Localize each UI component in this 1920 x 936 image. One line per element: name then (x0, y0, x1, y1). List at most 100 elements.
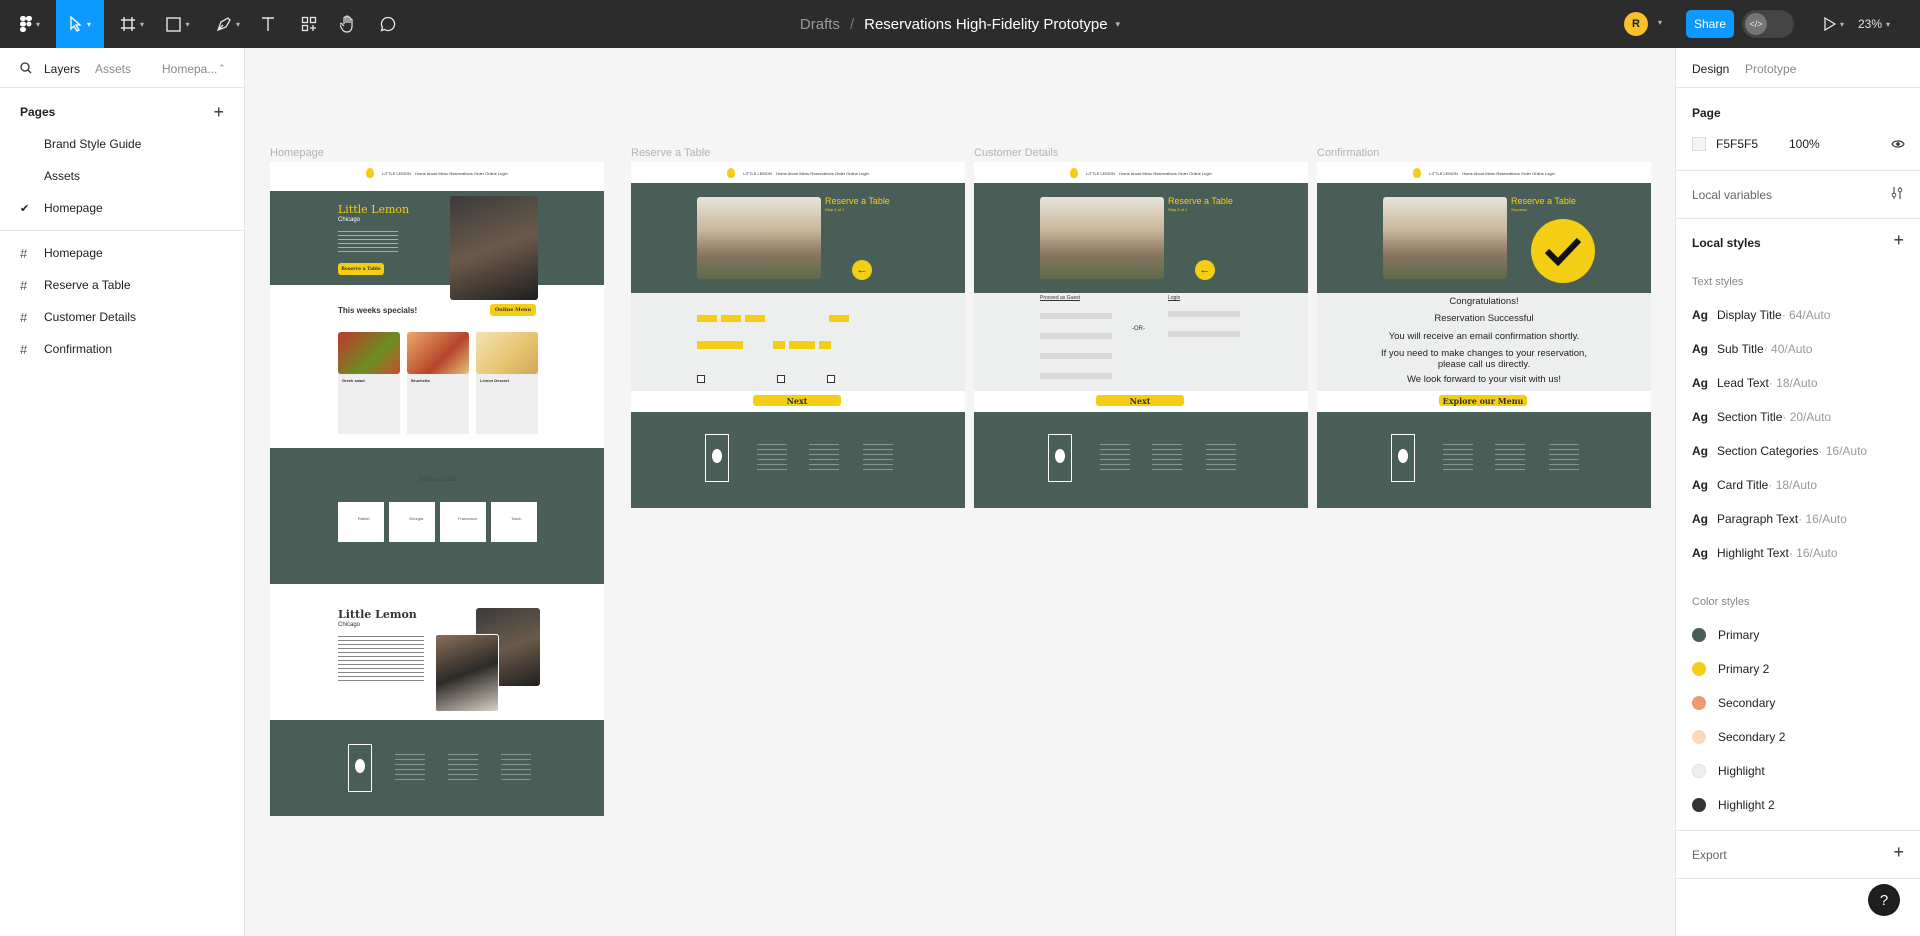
frame-tool-button[interactable]: ▾ (114, 0, 150, 48)
move-tool-button[interactable]: ▾ (56, 0, 104, 48)
eye-icon[interactable] (1891, 139, 1905, 149)
tab-prototype[interactable]: Prototype (1745, 62, 1796, 76)
frame-label-customer-details[interactable]: Customer Details (974, 147, 1058, 159)
color-style-item[interactable]: Secondary (1692, 691, 1905, 715)
text-style-meta: · 16/Auto (1818, 444, 1868, 458)
chevron-down-icon: ▾ (139, 19, 144, 29)
color-style-item[interactable]: Highlight 2 (1692, 793, 1905, 817)
layer-item-homepage[interactable]: # Homepage (0, 237, 244, 269)
avatar[interactable]: R (1624, 12, 1648, 36)
export-label[interactable]: Export (1692, 848, 1727, 862)
special-card: Bruchetta (407, 332, 469, 434)
variables-adjust-icon[interactable] (1890, 186, 1904, 200)
local-variables-label[interactable]: Local variables (1692, 188, 1772, 202)
color-style-item[interactable]: Primary 2 (1692, 657, 1905, 681)
text-style-name: Paragraph Text (1717, 512, 1799, 526)
pages-title[interactable]: Pages (20, 105, 55, 119)
testimonials-section: Testimonials Rafael Georgia Francesca To… (270, 448, 604, 584)
restaurant-image (1383, 197, 1507, 279)
canvas[interactable]: Homepage Reserve a Table Customer Detail… (245, 48, 1675, 936)
page-opacity-value[interactable]: 100% (1789, 137, 1820, 151)
search-icon[interactable] (20, 62, 32, 74)
text-style-item[interactable]: Ag Sub Title · 40/Auto (1692, 337, 1905, 361)
main-menu-button[interactable]: ▾ (14, 0, 46, 48)
text-style-name: Display Title (1717, 308, 1782, 322)
date-select (745, 315, 765, 322)
hero-food-image (450, 196, 538, 300)
chevron-down-icon: ▾ (1886, 19, 1891, 29)
text-style-meta: · 18/Auto (1768, 376, 1818, 390)
file-name[interactable]: Reservations High-Fidelity Prototype (864, 16, 1107, 33)
last-name-field (1040, 333, 1112, 339)
text-style-item[interactable]: Ag Card Title · 18/Auto (1692, 473, 1905, 497)
frame-label-homepage[interactable]: Homepage (270, 147, 324, 159)
zoom-control[interactable]: 23% ▾ (1858, 0, 1890, 48)
chevron-down-icon[interactable]: ▾ (1116, 19, 1121, 30)
tab-design[interactable]: Design (1692, 62, 1729, 76)
page-item-assets[interactable]: Assets (0, 160, 244, 192)
text-style-item[interactable]: Ag Paragraph Text · 16/Auto (1692, 507, 1905, 531)
tab-assets[interactable]: Assets (95, 62, 131, 76)
text-tool-button[interactable] (256, 0, 280, 48)
about-title: Little Lemon (338, 608, 417, 621)
color-style-item[interactable]: Highlight (1692, 759, 1905, 783)
color-style-item[interactable]: Primary (1692, 623, 1905, 647)
frame-label-confirmation[interactable]: Confirmation (1317, 147, 1379, 159)
testimonial-card: Rafael (338, 502, 384, 542)
text-style-item[interactable]: Ag Section Title · 20/Auto (1692, 405, 1905, 429)
layer-item-customer-details[interactable]: # Customer Details (0, 301, 244, 333)
footer-links (863, 444, 893, 470)
guest-heading: Proceed as Guest (1040, 295, 1081, 301)
frame-reserve-a-table[interactable]: LITTLE LEMON Home About Menu Reservation… (631, 162, 965, 508)
divider (1676, 830, 1920, 831)
chevron-down-icon: ▾ (235, 19, 240, 29)
add-export-icon[interactable]: + (1893, 842, 1904, 863)
add-page-icon[interactable]: + (213, 102, 224, 123)
testimonial-name: Georgia (409, 516, 424, 521)
pen-tool-button[interactable]: ▾ (210, 0, 246, 48)
footer-links (1100, 444, 1130, 470)
resources-button[interactable] (297, 0, 321, 48)
hand-tool-button[interactable] (336, 0, 360, 48)
back-arrow-icon: ← (852, 260, 872, 280)
tab-page-selector[interactable]: Homepa... (162, 62, 217, 76)
layer-item-reserve-a-table[interactable]: # Reserve a Table (0, 269, 244, 301)
frame-customer-details[interactable]: LITTLE LEMON Home About Menu Reservation… (974, 162, 1308, 508)
text-style-item[interactable]: Ag Section Categories · 16/Auto (1692, 439, 1905, 463)
frame-label-reserve-a-table[interactable]: Reserve a Table (631, 147, 710, 159)
text-style-item[interactable]: Ag Lead Text · 18/Auto (1692, 371, 1905, 395)
comment-bubble-icon (380, 16, 396, 32)
page-color-swatch[interactable] (1692, 137, 1706, 151)
code-icon: </> (1745, 13, 1767, 35)
share-button[interactable]: Share (1686, 10, 1734, 38)
present-button[interactable]: ▾ (1818, 0, 1850, 48)
next-button: Next (753, 395, 841, 406)
help-button[interactable]: ? (1868, 884, 1900, 916)
text-style-item[interactable]: Ag Display Title · 64/Auto (1692, 303, 1905, 327)
page-item-homepage[interactable]: ✔ Homepage (0, 192, 244, 224)
text-style-meta: · 40/Auto (1763, 342, 1813, 356)
date-select (721, 315, 741, 322)
page-item-brand-style-guide[interactable]: Brand Style Guide (0, 128, 244, 160)
breadcrumb-drafts[interactable]: Drafts (800, 16, 840, 33)
footer-links (395, 754, 425, 780)
local-styles-title: Local styles (1692, 236, 1761, 250)
add-style-icon[interactable]: + (1893, 230, 1904, 251)
layer-item-confirmation[interactable]: # Confirmation (0, 333, 244, 365)
frame-confirmation[interactable]: LITTLE LEMON Home About Menu Reservation… (1317, 162, 1651, 508)
tab-layers[interactable]: Layers (44, 62, 80, 76)
color-style-item[interactable]: Secondary 2 (1692, 725, 1905, 749)
dev-mode-toggle[interactable]: </> (1742, 10, 1794, 38)
chevron-down-icon[interactable]: ▾ (1658, 18, 1662, 27)
page-color-row[interactable]: F5F5F5 100% (1692, 132, 1905, 156)
chevron-up-icon[interactable]: ⌃ (218, 63, 226, 74)
username-field (1168, 311, 1240, 317)
comment-tool-button[interactable] (376, 0, 400, 48)
text-style-item[interactable]: Ag Highlight Text · 16/Auto (1692, 541, 1905, 565)
first-name-field (1040, 313, 1112, 319)
footer-links (448, 754, 478, 780)
shape-tool-button[interactable]: ▾ (160, 0, 196, 48)
page-color-value[interactable]: F5F5F5 (1716, 137, 1789, 151)
hero-title: Little Lemon (338, 203, 410, 216)
frame-homepage[interactable]: LITTLE LEMON Home About Menu Reservation… (270, 162, 604, 816)
